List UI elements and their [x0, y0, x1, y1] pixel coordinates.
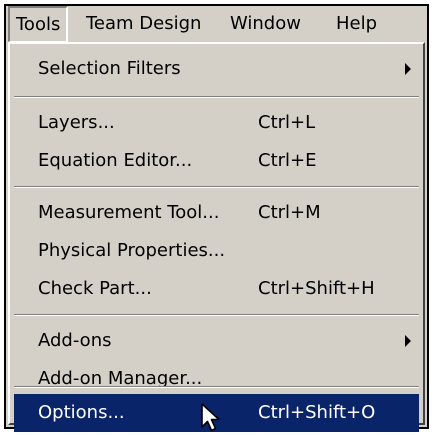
submenu-arrow-icon — [405, 63, 411, 75]
menu-item-shortcut: Ctrl+Shift+H — [258, 278, 375, 299]
menu-item-selection-filters[interactable]: Selection Filters — [14, 50, 419, 88]
menu-window: Tools Team Design Window Help Selection … — [4, 4, 429, 432]
menu-item-equation-editor[interactable]: Equation Editor... Ctrl+E — [14, 142, 419, 180]
menu-window[interactable]: Window — [230, 6, 301, 42]
menu-item-label: Equation Editor... — [38, 150, 193, 171]
menu-separator — [14, 96, 419, 98]
menu-team-design[interactable]: Team Design — [86, 6, 201, 42]
menu-item-label: Check Part... — [38, 278, 152, 299]
mouse-cursor-icon — [201, 403, 220, 432]
menu-separator — [14, 186, 419, 188]
tools-dropdown-menu: Selection Filters Layers... Ctrl+L Equat… — [8, 42, 425, 432]
menu-item-layers[interactable]: Layers... Ctrl+L — [14, 104, 419, 142]
menu-separator — [14, 386, 419, 388]
menu-item-measurement-tool[interactable]: Measurement Tool... Ctrl+M — [14, 194, 419, 232]
menu-item-label: Layers... — [38, 112, 115, 133]
menu-item-label: Add-ons — [38, 330, 112, 351]
menu-item-label: Options... — [38, 402, 125, 423]
menu-item-label: Physical Properties... — [38, 240, 226, 261]
menu-item-shortcut: Ctrl+Shift+O — [258, 402, 376, 423]
submenu-arrow-icon — [405, 335, 411, 347]
menu-item-check-part[interactable]: Check Part... Ctrl+Shift+H — [14, 270, 419, 308]
menu-item-physical-properties[interactable]: Physical Properties... — [14, 232, 419, 270]
menu-item-shortcut: Ctrl+E — [258, 150, 317, 171]
menu-item-label: Measurement Tool... — [38, 202, 220, 223]
menu-bar: Tools Team Design Window Help — [6, 6, 427, 42]
menu-item-label: Selection Filters — [38, 58, 181, 79]
menu-item-add-ons[interactable]: Add-ons — [14, 322, 419, 360]
menu-item-shortcut: Ctrl+M — [258, 202, 321, 223]
menu-item-shortcut: Ctrl+L — [258, 112, 316, 133]
menu-item-add-on-manager[interactable]: Add-on Manager... — [14, 360, 419, 398]
menu-tools[interactable]: Tools — [8, 6, 69, 42]
menu-help[interactable]: Help — [336, 6, 377, 42]
menu-item-label: Add-on Manager... — [38, 368, 203, 389]
menu-separator — [14, 314, 419, 316]
